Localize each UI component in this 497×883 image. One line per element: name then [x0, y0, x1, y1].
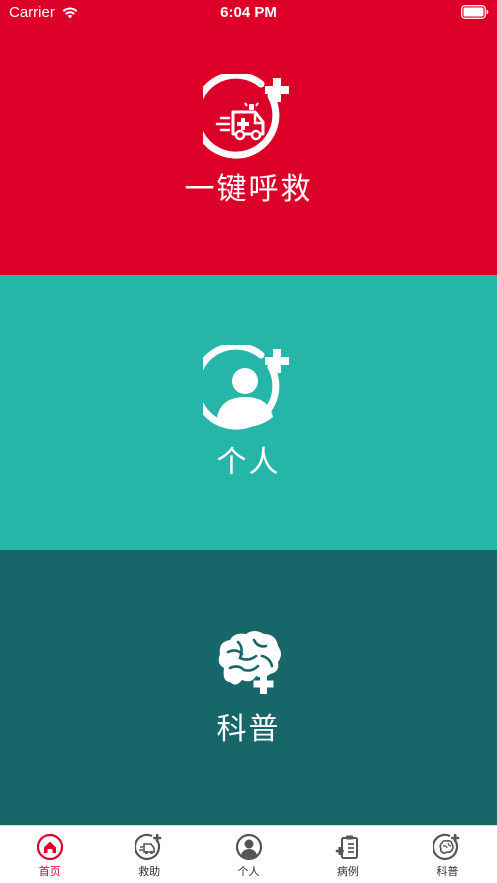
science-label: 科普: [216, 712, 281, 747]
brain-plus-icon: [218, 631, 281, 694]
status-bar: Carrier 6:04 PM: [0, 0, 497, 26]
emergency-call-panel[interactable]: 一键呼救: [0, 0, 497, 275]
user-icon: [235, 833, 262, 861]
science-panel[interactable]: 科普: [0, 550, 497, 825]
personal-label: 个人: [216, 445, 281, 480]
tab-cases-label: 病例: [336, 865, 359, 878]
ambulance-icon: [135, 833, 162, 860]
tab-home-label: 首页: [38, 865, 61, 878]
brain-icon: [433, 833, 460, 860]
tab-personal-label: 个人: [237, 865, 260, 878]
battery-icon: [461, 5, 489, 19]
tab-bar: 首页 救助 个人 病例 科普: [0, 825, 497, 883]
clipboard-icon: [335, 835, 358, 859]
emergency-call-label: 一键呼救: [184, 172, 313, 207]
tab-cases[interactable]: 病例: [298, 826, 397, 883]
tab-home[interactable]: 首页: [0, 826, 99, 883]
ambulance-plus-icon: [202, 74, 289, 159]
tab-rescue-label: 救助: [138, 865, 161, 878]
tab-science[interactable]: 科普: [398, 826, 497, 883]
personal-panel[interactable]: 个人: [0, 275, 497, 550]
tab-personal[interactable]: 个人: [199, 826, 298, 883]
user-plus-icon: [202, 345, 289, 430]
home-icon: [36, 833, 63, 861]
status-time: 6:04 PM: [220, 4, 277, 21]
tab-rescue[interactable]: 救助: [99, 826, 198, 883]
tab-science-label: 科普: [436, 865, 459, 878]
